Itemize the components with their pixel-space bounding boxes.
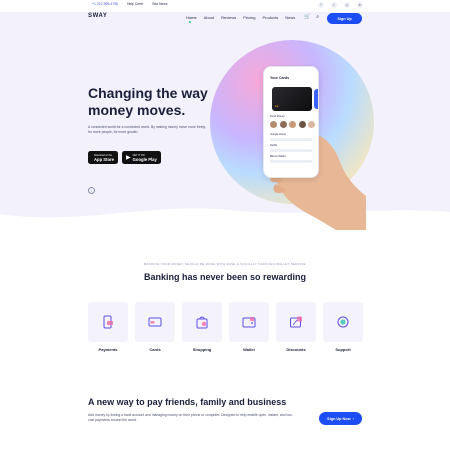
feature-label: Discounts — [286, 347, 306, 352]
phone-mockup: Your Cards ●● Send Money Google Home Net… — [263, 66, 319, 178]
feature-discounts[interactable]: Discounts — [276, 302, 316, 352]
top-bar: +1 212-999-4796 Help Centr Sita News f t… — [0, 0, 450, 12]
nav-reviews[interactable]: Reviews — [221, 15, 236, 20]
support-icon — [337, 316, 349, 328]
phone-row — [270, 138, 312, 141]
arrow-right-icon: › — [352, 416, 354, 421]
sign-up-now-label: Sign Up Now — [327, 416, 351, 421]
avatar — [308, 121, 315, 128]
feature-wallet[interactable]: Wallet — [229, 302, 269, 352]
phone-item: Google Home — [270, 133, 287, 136]
avatar — [289, 121, 296, 128]
hero-title: Changing the way money moves. — [88, 85, 208, 118]
nav-icons: 🛒 ⌕ — [304, 14, 319, 20]
nav-about[interactable]: About — [204, 15, 214, 20]
card-icon — [148, 317, 162, 327]
facebook-icon[interactable]: f — [318, 2, 324, 8]
avatar — [279, 121, 287, 128]
new-way-title: A new way to pay friends, family and bus… — [88, 397, 287, 407]
feature-cards[interactable]: Cards — [135, 302, 175, 352]
nav-home[interactable]: Home — [186, 15, 197, 23]
instagram-icon[interactable]: ◎ — [344, 2, 350, 8]
feature-label: Payments — [98, 347, 118, 352]
phone-card-secondary — [314, 89, 318, 109]
feature-label: Cards — [149, 347, 161, 352]
social-links: f t ◎ in — [318, 2, 363, 8]
phone-row — [270, 160, 312, 163]
phone-card: ●● — [272, 87, 312, 111]
nav-products[interactable]: Products — [262, 15, 278, 20]
search-icon[interactable]: ⌕ — [316, 14, 319, 20]
phone-avatars — [270, 121, 315, 128]
feature-support[interactable]: Support — [323, 302, 363, 352]
nav-news[interactable]: News — [285, 15, 295, 20]
phone-row — [270, 149, 312, 152]
shopping-bag-icon — [196, 316, 208, 329]
features-title: Banking has never been so rewarding — [143, 272, 307, 282]
discount-icon — [290, 316, 302, 328]
feature-label: Shopping — [192, 347, 212, 352]
help-link[interactable]: Help Centr — [127, 2, 143, 6]
feature-payments[interactable]: Payments — [88, 302, 128, 352]
hero-wave-divider — [0, 208, 450, 236]
google-play-icon: ▶ — [126, 154, 131, 161]
mastercard-icon: ●● — [275, 104, 279, 108]
main-nav: Home About Reviews Pricing Products News — [186, 15, 295, 23]
news-link[interactable]: Sita News — [152, 2, 167, 6]
linkedin-icon[interactable]: in — [357, 2, 363, 8]
contact-links: +1 212-999-4796 Help Centr Sita News — [92, 2, 167, 6]
app-store-big: App Store — [94, 156, 115, 162]
site-logo[interactable]: SWAY — [88, 13, 108, 19]
scroll-down-icon[interactable]: ↓ — [88, 187, 95, 194]
phone-payment-icon — [103, 315, 113, 329]
google-play-button[interactable]: ▶ GET IT ON Google Play — [122, 151, 161, 164]
app-store-button[interactable]: Download on the App Store — [88, 151, 119, 164]
phone-link[interactable]: +1 212-999-4796 — [92, 2, 118, 6]
sign-up-now-button[interactable]: Sign Up Now › — [319, 412, 362, 425]
features-grid: Payments Cards Shopping Wallet Discounts… — [88, 302, 363, 352]
feature-label: Support — [335, 347, 351, 352]
avatar — [270, 121, 277, 128]
avatar — [298, 121, 306, 128]
nav-pricing[interactable]: Pricing — [243, 15, 255, 20]
twitter-icon[interactable]: t — [331, 2, 337, 8]
wallet-icon — [242, 317, 256, 328]
store-buttons: Download on the App Store ▶ GET IT ON Go… — [88, 151, 161, 164]
phone-header: Your Cards — [270, 76, 290, 80]
cart-icon[interactable]: 🛒 — [304, 14, 310, 20]
phone-recent-label: Send Money — [270, 115, 285, 118]
phone-item: Netflix — [270, 144, 278, 147]
new-way-text: Add money by linking a bank account and … — [88, 413, 293, 422]
feature-shopping[interactable]: Shopping — [182, 302, 222, 352]
sign-up-button[interactable]: Sign Up — [327, 13, 362, 24]
features-eyebrow: BANKING YOUR MONEY SHOULD BE DONE WITH E… — [144, 262, 306, 266]
feature-label: Wallet — [243, 347, 255, 352]
phone-item: Bitcoin Wallet — [270, 155, 286, 158]
google-play-big: Google Play — [132, 156, 157, 162]
hero-subtitle: A connected world for a connected world.… — [88, 125, 206, 135]
